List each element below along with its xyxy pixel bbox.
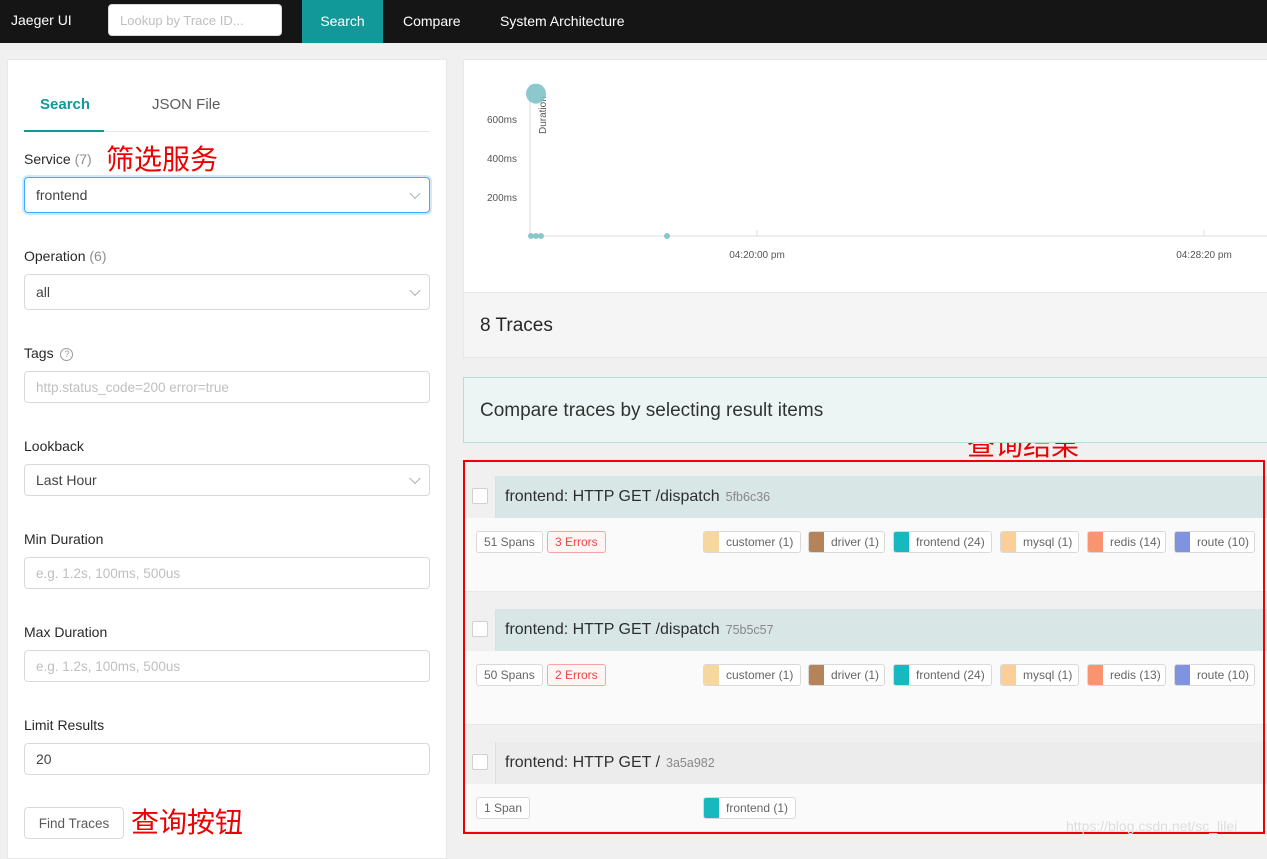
nav-search[interactable]: Search bbox=[302, 0, 383, 43]
trace-point bbox=[526, 83, 546, 104]
traces-count: 8 Traces bbox=[480, 315, 553, 336]
nav-system-architecture[interactable]: System Architecture bbox=[500, 0, 625, 43]
x-tick-label: 04:20:00 pm bbox=[729, 250, 785, 261]
tags-label: Tags ? bbox=[24, 345, 74, 361]
lookback-select[interactable]: Last Hour bbox=[24, 464, 430, 496]
min-duration-placeholder: e.g. 1.2s, 100ms, 500us bbox=[36, 565, 181, 581]
operation-count: (6) bbox=[89, 248, 107, 264]
active-tab-indicator bbox=[24, 130, 104, 132]
chevron-down-icon bbox=[409, 472, 421, 485]
operation-select-value: all bbox=[36, 284, 51, 300]
trace-point bbox=[664, 233, 670, 239]
service-select-value: frontend bbox=[36, 187, 88, 203]
search-tabs: Search JSON File bbox=[24, 90, 430, 132]
help-icon[interactable]: ? bbox=[60, 347, 74, 361]
brand-logo[interactable]: Jaeger UI bbox=[11, 12, 72, 28]
min-duration-label: Min Duration bbox=[24, 531, 104, 547]
trace-point bbox=[538, 233, 544, 239]
limit-results-label: Limit Results bbox=[24, 717, 105, 733]
service-count: (7) bbox=[74, 151, 92, 167]
lookback-label: Lookback bbox=[24, 438, 84, 454]
y-tick-label: 200ms bbox=[487, 193, 517, 204]
tags-label-text: Tags bbox=[24, 345, 54, 361]
lookback-select-value: Last Hour bbox=[36, 472, 97, 488]
scatter-plot-svg: 600ms400ms200ms04:20:00 pm 04:28:20 pmDur… bbox=[487, 83, 1267, 261]
service-label-text: Service bbox=[24, 151, 71, 167]
trace-id-lookup-input[interactable] bbox=[108, 4, 282, 36]
duration-scatter-chart: 600ms 400ms 200ms 04:20:00 pm 04:28:20 pm Dur… bbox=[463, 59, 1267, 293]
max-duration-input[interactable]: e.g. 1.2s, 100ms, 500us bbox=[24, 650, 430, 682]
y-tick-label: 400ms bbox=[487, 154, 517, 165]
nav-compare[interactable]: Compare bbox=[403, 0, 461, 43]
watermark: https://blog.csdn.net/sc_lilei bbox=[1066, 818, 1238, 834]
tags-input[interactable]: http.status_code=200 error=true bbox=[24, 371, 430, 403]
x-tick-label: 04:28:20 pm bbox=[1176, 250, 1232, 261]
annotation-query-button: 查询按钮 bbox=[131, 806, 244, 839]
max-duration-label: Max Duration bbox=[24, 624, 108, 640]
results-highlight-box bbox=[463, 460, 1265, 834]
operation-select[interactable]: all bbox=[24, 274, 430, 310]
traces-count-bar: 8 Traces bbox=[463, 292, 1267, 358]
compare-hint-bar: Compare traces by selecting result items bbox=[463, 377, 1267, 443]
y-tick-label: 600ms bbox=[487, 115, 517, 126]
operation-label-text: Operation bbox=[24, 248, 86, 264]
operation-label: Operation (6) bbox=[24, 248, 107, 264]
compare-hint-text: Compare traces by selecting result items bbox=[480, 400, 824, 421]
find-traces-button[interactable]: Find Traces bbox=[24, 807, 124, 839]
max-duration-placeholder: e.g. 1.2s, 100ms, 500us bbox=[36, 658, 181, 674]
chevron-down-icon bbox=[409, 187, 421, 200]
chevron-down-icon bbox=[409, 284, 421, 297]
top-nav-bar: Jaeger UI Search Compare System Architec… bbox=[0, 0, 1267, 43]
tab-json-file[interactable]: JSON File bbox=[152, 96, 220, 113]
limit-results-input[interactable]: 20 bbox=[24, 743, 430, 775]
tab-search[interactable]: Search bbox=[40, 96, 90, 113]
service-select[interactable]: frontend bbox=[24, 177, 430, 213]
tags-input-placeholder: http.status_code=200 error=true bbox=[36, 379, 229, 395]
service-label: Service (7) bbox=[24, 151, 92, 167]
limit-results-value: 20 bbox=[36, 751, 52, 767]
search-form-panel: Search JSON File Service (7) frontend Op… bbox=[7, 59, 447, 859]
annotation-filter-service: 筛选服务 bbox=[106, 143, 219, 176]
min-duration-input[interactable]: e.g. 1.2s, 100ms, 500us bbox=[24, 557, 430, 589]
